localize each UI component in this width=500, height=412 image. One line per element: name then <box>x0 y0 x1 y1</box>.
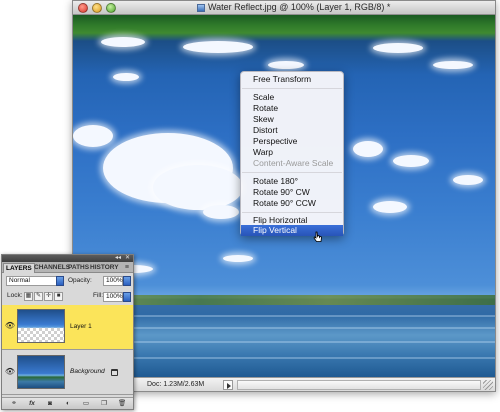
cloud <box>453 175 483 185</box>
document-file-icon <box>197 4 205 12</box>
menu-separator <box>242 172 342 173</box>
mouse-pointer-icon <box>313 231 322 242</box>
water-ripple <box>73 341 495 343</box>
horizon-treeline <box>73 295 495 305</box>
fill-slider-icon[interactable] <box>123 292 131 302</box>
horizontal-scrollbar[interactable] <box>237 380 481 390</box>
cloud <box>353 141 383 157</box>
menu-item-flip-vertical[interactable]: Flip Vertical <box>241 225 343 236</box>
blend-mode-select[interactable]: Normal <box>6 276 62 286</box>
menu-item-rotate-90-ccw[interactable]: Rotate 90° CCW <box>241 198 343 209</box>
lock-all-icon[interactable]: ■ <box>54 292 63 301</box>
menu-separator <box>242 212 342 213</box>
opacity-label: Opacity: <box>68 277 92 284</box>
visibility-eye-icon[interactable]: 👁 <box>4 367 16 377</box>
cloud <box>223 255 253 262</box>
cloud <box>113 73 139 81</box>
water-ripple <box>73 357 495 359</box>
cloud <box>183 41 253 53</box>
blend-mode-dropdown-icon[interactable] <box>56 276 64 286</box>
menu-item-content-aware-scale: Content-Aware Scale <box>253 158 334 168</box>
menu-item-distort[interactable]: Distort <box>241 125 343 136</box>
add-mask-icon[interactable]: ◙ <box>46 400 54 407</box>
status-bar: Doc: 1.23M/2.63M <box>73 377 495 391</box>
zoom-window-button[interactable] <box>106 3 116 13</box>
menu-item-skew[interactable]: Skew <box>241 114 343 125</box>
panel-menu-icon[interactable]: ≡ <box>125 263 129 272</box>
lock-image-pixels-icon[interactable]: ✎ <box>34 292 43 301</box>
cloud <box>433 61 473 69</box>
lock-position-icon[interactable]: ✛ <box>44 292 53 301</box>
visibility-eye-icon[interactable]: 👁 <box>4 321 16 331</box>
layer-1-thumbnail <box>17 309 65 343</box>
collapse-panel-icon[interactable]: ◂◂ <box>115 255 121 262</box>
window-title: Water Reflect.jpg @ 100% (Layer 1, RGB/8… <box>208 2 391 12</box>
document-size-readout: Doc: 1.23M/2.63M <box>147 381 205 388</box>
fill-input[interactable]: 100% <box>103 292 123 302</box>
resize-grip-icon[interactable] <box>483 380 493 390</box>
new-layer-icon[interactable]: ❐ <box>100 400 108 407</box>
cloud <box>373 201 407 213</box>
menu-item-rotate-90-cw[interactable]: Rotate 90° CW <box>241 187 343 198</box>
close-window-button[interactable] <box>78 3 88 13</box>
background-layer-name[interactable]: Background <box>70 367 105 377</box>
cloud <box>101 37 145 47</box>
cloud <box>268 61 304 69</box>
opacity-slider-icon[interactable] <box>123 276 131 286</box>
panel-tab-bar: LAYERS CHANNELS PATHS HISTORY ≡ <box>2 262 133 273</box>
cloud <box>373 43 423 53</box>
transform-context-menu: Free Transform Scale Rotate Skew Distort… <box>240 71 344 236</box>
status-menu-arrow-icon[interactable] <box>223 380 233 390</box>
background-thumbnail <box>17 355 65 389</box>
link-layers-icon[interactable]: ⚭ <box>10 400 18 407</box>
fill-label: Fill: <box>93 292 104 299</box>
panel-titlebar[interactable]: ◂◂ ✕ <box>2 255 133 262</box>
cloud <box>203 205 239 219</box>
lock-transparency-icon[interactable]: ▦ <box>24 292 33 301</box>
delete-layer-icon[interactable]: 🗑 <box>118 400 126 407</box>
menu-item-warp[interactable]: Warp <box>241 147 343 158</box>
minimize-window-button[interactable] <box>92 3 102 13</box>
panel-footer: ⚭ fx ◙ ◐ ▭ ❐ 🗑 <box>2 397 133 409</box>
lock-label: Lock: <box>7 292 23 299</box>
menu-item-free-transform[interactable]: Free Transform <box>241 74 343 85</box>
menu-item-perspective[interactable]: Perspective <box>241 136 343 147</box>
opacity-input[interactable]: 100% <box>103 276 123 286</box>
tab-history[interactable]: HISTORY <box>88 263 121 273</box>
cloud <box>73 125 113 147</box>
menu-item-rotate-180[interactable]: Rotate 180° <box>241 176 343 187</box>
add-layer-style-icon[interactable]: fx <box>28 400 36 407</box>
new-group-icon[interactable]: ▭ <box>82 400 90 407</box>
close-panel-icon[interactable]: ✕ <box>125 255 130 262</box>
tab-layers[interactable]: LAYERS <box>3 263 35 273</box>
layers-panel: ◂◂ ✕ LAYERS CHANNELS PATHS HISTORY ≡ Nor… <box>1 254 134 410</box>
cloud <box>153 165 243 210</box>
layer-row-layer-1[interactable]: 👁 Layer 1 <box>2 305 133 350</box>
layer-row-background[interactable]: 👁 Background <box>2 351 133 395</box>
water-ripple <box>73 315 495 317</box>
adjustment-layer-icon[interactable]: ◐ <box>64 400 72 407</box>
layer-lock-icon <box>111 369 118 376</box>
layer-1-name[interactable]: Layer 1 <box>70 322 92 332</box>
window-titlebar[interactable]: Water Reflect.jpg @ 100% (Layer 1, RGB/8… <box>73 1 495 15</box>
menu-separator <box>242 88 342 89</box>
cloud <box>393 155 429 167</box>
menu-item-rotate[interactable]: Rotate <box>241 103 343 114</box>
water-ripple <box>73 327 495 329</box>
menu-item-scale[interactable]: Scale <box>241 92 343 103</box>
